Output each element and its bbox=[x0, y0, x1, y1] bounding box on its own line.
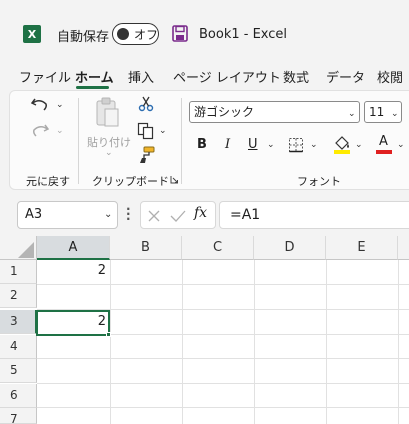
active-cell-selection bbox=[36, 310, 110, 336]
autosave-label: 自動保存 bbox=[57, 30, 110, 45]
underline-dropdown-chevron-icon[interactable]: ⌄ bbox=[267, 140, 275, 150]
font-size-chevron-icon: ⌄ bbox=[391, 109, 399, 119]
tab-formulas[interactable]: 数式 bbox=[283, 67, 309, 86]
font-group-label: フォント bbox=[297, 175, 341, 188]
autosave-toggle[interactable]: オフ bbox=[112, 23, 159, 45]
name-box[interactable]: A3 ⌄ bbox=[17, 201, 118, 229]
gridline bbox=[254, 260, 255, 424]
cancel-icon[interactable] bbox=[147, 209, 161, 223]
select-all-triangle-icon bbox=[18, 242, 34, 258]
tab-page-layout[interactable]: ページ レイアウト bbox=[173, 67, 281, 86]
paste-icon[interactable] bbox=[94, 97, 120, 129]
toggle-state-text: オフ bbox=[134, 28, 159, 42]
font-size-value: 11 bbox=[369, 105, 385, 119]
gridline bbox=[326, 260, 327, 424]
font-color-dropdown-chevron-icon[interactable]: ⌄ bbox=[397, 140, 405, 150]
italic-button[interactable]: I bbox=[225, 137, 230, 152]
row-header-2[interactable]: 2 bbox=[0, 284, 37, 308]
column-header-c[interactable]: C bbox=[182, 236, 254, 260]
undo-group-label: 元に戻す bbox=[26, 175, 70, 188]
document-title: Book1 - Excel bbox=[199, 27, 288, 42]
font-name-dropdown[interactable]: 游ゴシック ⌄ bbox=[189, 101, 360, 123]
column-header-f-partial[interactable] bbox=[398, 236, 409, 260]
gridline bbox=[110, 260, 111, 424]
font-color-button[interactable]: A bbox=[376, 134, 392, 154]
column-header-a[interactable]: A bbox=[37, 236, 110, 260]
font-size-dropdown[interactable]: 11 ⌄ bbox=[364, 101, 402, 123]
copy-dropdown-chevron-icon[interactable]: ⌄ bbox=[159, 126, 167, 136]
paste-dropdown-chevron-icon[interactable]: ⌄ bbox=[105, 148, 113, 158]
row-header-5[interactable]: 5 bbox=[0, 359, 37, 383]
toggle-knob bbox=[117, 27, 129, 40]
tab-file[interactable]: ファイル bbox=[19, 67, 71, 86]
active-tab-indicator bbox=[76, 86, 109, 89]
formula-bar-splitter-icon[interactable]: · · · bbox=[126, 203, 131, 225]
select-all-corner[interactable] bbox=[0, 236, 37, 260]
formula-controls: fx bbox=[140, 201, 216, 229]
enter-check-icon[interactable] bbox=[170, 209, 186, 223]
save-icon[interactable] bbox=[172, 25, 188, 42]
column-header-e[interactable]: E bbox=[326, 236, 398, 260]
column-header-b[interactable]: B bbox=[110, 236, 182, 260]
column-header-d[interactable]: D bbox=[254, 236, 326, 260]
name-box-chevron-icon: ⌄ bbox=[104, 209, 113, 220]
redo-dropdown-chevron-icon[interactable]: ⌄ bbox=[56, 126, 64, 136]
row-header-6[interactable]: 6 bbox=[0, 384, 37, 408]
row-header-3[interactable]: 3 bbox=[0, 310, 37, 334]
tab-insert[interactable]: 挿入 bbox=[128, 67, 154, 86]
row-header-7[interactable]: 7 bbox=[0, 408, 37, 424]
ribbon-separator bbox=[78, 98, 79, 184]
font-name-value: 游ゴシック bbox=[194, 105, 255, 119]
clipboard-group-label: クリップボード bbox=[92, 175, 169, 188]
formula-input[interactable]: =A1 bbox=[219, 201, 409, 229]
fill-color-icon[interactable] bbox=[333, 135, 351, 155]
ribbon-tabs: ファイル ホーム 挿入 ページ レイアウト 数式 データ 校閲 bbox=[0, 64, 409, 90]
redo-icon[interactable] bbox=[30, 122, 50, 138]
row-header-4[interactable]: 4 bbox=[0, 335, 37, 359]
gridline bbox=[37, 383, 409, 384]
cut-icon[interactable] bbox=[138, 96, 154, 112]
format-painter-icon[interactable] bbox=[138, 146, 156, 164]
tab-data[interactable]: データ bbox=[326, 67, 365, 86]
tab-home[interactable]: ホーム bbox=[75, 67, 114, 86]
font-color-swatch bbox=[376, 150, 392, 154]
gridline bbox=[37, 358, 409, 359]
fill-color-dropdown-chevron-icon[interactable]: ⌄ bbox=[355, 140, 363, 150]
title-bar: X 自動保存 オフ Book1 - Excel bbox=[0, 0, 409, 62]
copy-icon[interactable] bbox=[137, 122, 155, 140]
row-header-1[interactable]: 1 bbox=[0, 260, 37, 284]
ribbon-separator bbox=[181, 98, 182, 184]
font-color-letter: A bbox=[379, 134, 388, 149]
gridline bbox=[182, 260, 183, 424]
gridline bbox=[37, 407, 409, 408]
cell-a1[interactable]: 2 bbox=[40, 263, 106, 278]
insert-function-button[interactable]: fx bbox=[194, 205, 207, 221]
tab-review[interactable]: 校閲 bbox=[377, 67, 403, 86]
borders-dropdown-chevron-icon[interactable]: ⌄ bbox=[310, 140, 318, 150]
borders-icon[interactable] bbox=[288, 137, 304, 153]
underline-button[interactable]: U bbox=[248, 137, 258, 152]
gridline bbox=[37, 284, 409, 285]
gridline bbox=[398, 260, 399, 424]
name-box-value: A3 bbox=[25, 207, 43, 222]
excel-logo-icon: X bbox=[23, 25, 41, 43]
fill-handle[interactable] bbox=[106, 332, 111, 337]
clipboard-dialog-launcher-icon[interactable] bbox=[170, 175, 179, 184]
font-name-chevron-icon: ⌄ bbox=[348, 109, 356, 119]
undo-icon[interactable] bbox=[30, 96, 50, 112]
bold-button[interactable]: B bbox=[197, 137, 207, 152]
undo-dropdown-chevron-icon[interactable]: ⌄ bbox=[56, 100, 64, 110]
